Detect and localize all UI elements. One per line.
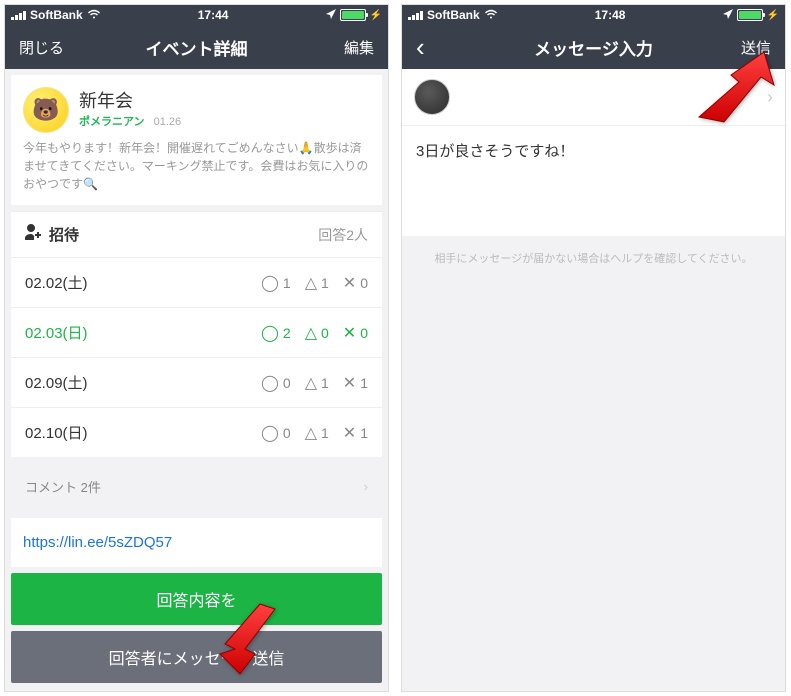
carrier-label: SoftBank — [30, 8, 83, 22]
cross-icon: ✕ — [343, 323, 356, 343]
page-title: イベント詳細 — [79, 35, 314, 60]
vote-yes: ◯0 — [261, 423, 291, 443]
signal-icon — [11, 11, 26, 20]
event-date: 01.26 — [154, 116, 182, 128]
vote-maybe: △1 — [305, 273, 329, 293]
date-row-0[interactable]: 02.02(土) ◯1 △1 ✕0 — [11, 257, 382, 307]
share-link-row[interactable]: https://lin.ee/5sZDQ57 — [11, 518, 382, 567]
send-message-button[interactable]: 回答者にメッセージ送信 — [11, 631, 382, 683]
circle-icon: ◯ — [261, 323, 279, 343]
date-row-1[interactable]: 02.03(日) ◯2 △0 ✕0 — [11, 307, 382, 357]
wifi-icon — [87, 8, 101, 22]
triangle-icon: △ — [305, 273, 317, 293]
charging-icon: ⚡ — [767, 10, 779, 21]
date-label: 02.03(日) — [25, 322, 261, 343]
vote-no: ✕0 — [343, 273, 368, 293]
nav-bar: 閉じる イベント詳細 編集 — [5, 25, 388, 69]
location-icon — [723, 8, 733, 22]
vote-yes: ◯0 — [261, 373, 291, 393]
status-time: 17:48 — [498, 8, 723, 22]
vote-no: ✕1 — [343, 373, 368, 393]
page-title: メッセージ入力 — [476, 35, 711, 60]
event-description: 今年もやります！新年会！開催遅れてごめんなさい🙏散歩は済ませてきてください。マー… — [11, 139, 382, 205]
event-location: ポメラニアン — [79, 116, 145, 128]
help-text: 相手にメッセージが届かない場合はヘルプを確認してください。 — [402, 236, 785, 280]
status-bar: SoftBank 17:48 ⚡ — [402, 5, 785, 25]
status-time: 17:44 — [101, 8, 326, 22]
signal-icon — [408, 11, 423, 20]
charging-icon: ⚡ — [370, 10, 382, 21]
close-button[interactable]: 閉じる — [19, 37, 79, 58]
vote-yes: ◯2 — [261, 323, 291, 343]
phone-left: SoftBank 17:44 ⚡ 閉じる イベント詳細 編集 🐻 新年会 — [4, 4, 389, 692]
date-row-3[interactable]: 02.10(日) ◯0 △1 ✕1 — [11, 407, 382, 457]
vote-no: ✕1 — [343, 423, 368, 443]
invite-label: 招待 — [49, 224, 79, 245]
message-input[interactable]: 3日が良さそうですね！ — [402, 126, 785, 236]
circle-icon: ◯ — [261, 273, 279, 293]
edit-button[interactable]: 編集 — [314, 37, 374, 58]
invite-icon — [25, 224, 43, 245]
invite-count: 回答2人 — [318, 225, 368, 245]
date-row-2[interactable]: 02.09(土) ◯0 △1 ✕1 — [11, 357, 382, 407]
triangle-icon: △ — [305, 373, 317, 393]
triangle-icon: △ — [305, 423, 317, 443]
location-icon — [326, 8, 336, 22]
vote-maybe: △0 — [305, 323, 329, 343]
invite-row[interactable]: 招待 回答2人 — [11, 211, 382, 257]
vote-maybe: △1 — [305, 423, 329, 443]
wifi-icon — [484, 8, 498, 22]
vote-yes: ◯1 — [261, 273, 291, 293]
back-button[interactable]: ‹ — [416, 34, 476, 60]
circle-icon: ◯ — [261, 373, 279, 393]
share-link[interactable]: https://lin.ee/5sZDQ57 — [23, 534, 172, 551]
content-area: 🐻 新年会 ポメラニアン 01.26 今年もやります！新年会！開催遅れてごめんな… — [5, 69, 388, 691]
date-label: 02.10(日) — [25, 422, 261, 443]
status-bar: SoftBank 17:44 ⚡ — [5, 5, 388, 25]
carrier-label: SoftBank — [427, 8, 480, 22]
chevron-right-icon: › — [364, 479, 368, 494]
date-label: 02.02(土) — [25, 272, 261, 293]
battery-icon — [340, 9, 366, 21]
cross-icon: ✕ — [343, 373, 356, 393]
vote-no: ✕0 — [343, 323, 368, 343]
battery-icon — [737, 9, 763, 21]
date-label: 02.09(土) — [25, 372, 261, 393]
poll-card: 招待 回答2人 02.02(土) ◯1 △1 ✕0 02.03(日) ◯2 △0… — [11, 211, 382, 457]
event-card: 🐻 新年会 ポメラニアン 01.26 今年もやります！新年会！開催遅れてごめんな… — [11, 75, 382, 205]
cross-icon: ✕ — [343, 423, 356, 443]
recipient-avatar — [414, 79, 450, 115]
triangle-icon: △ — [305, 323, 317, 343]
cross-icon: ✕ — [343, 273, 356, 293]
comments-row[interactable]: コメント 2件 › — [11, 463, 382, 510]
event-avatar: 🐻 — [23, 87, 69, 133]
edit-response-button[interactable]: 回答内容を — [11, 573, 382, 625]
comments-label: コメント 2件 — [25, 477, 101, 496]
circle-icon: ◯ — [261, 423, 279, 443]
vote-maybe: △1 — [305, 373, 329, 393]
annotation-arrow — [689, 47, 779, 127]
phone-right: SoftBank 17:48 ⚡ ‹ メッセージ入力 送信 › 3日が良さそうで… — [401, 4, 786, 692]
event-title: 新年会 — [79, 87, 181, 113]
annotation-arrow — [205, 599, 285, 679]
